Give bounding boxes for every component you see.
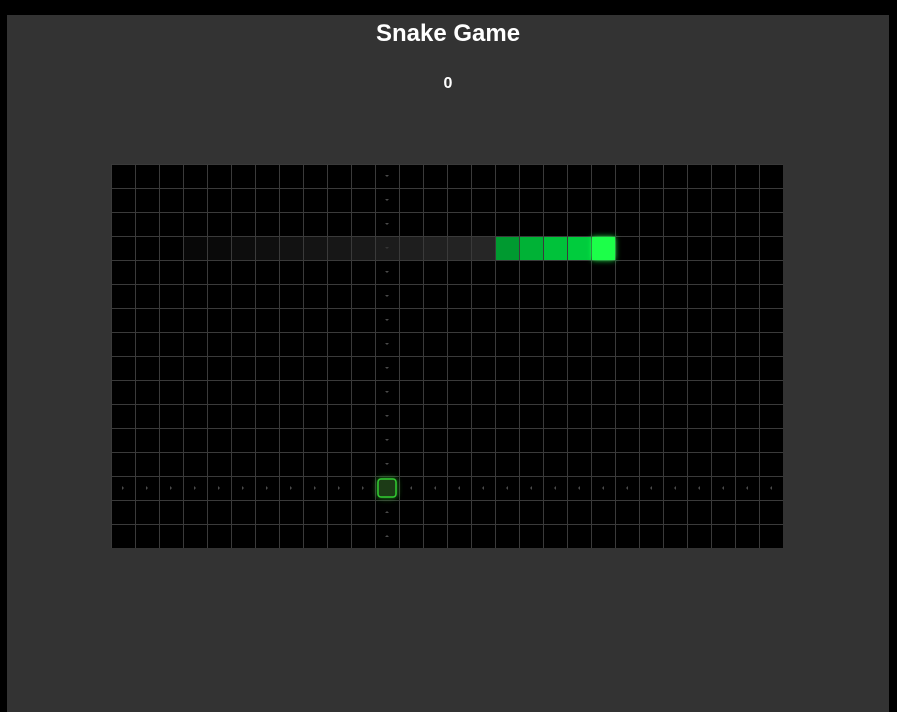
arrow-right-icon [170, 486, 172, 490]
snake-trail-segment [472, 237, 495, 260]
snake-trail-segment [424, 237, 447, 260]
snake-trail-segment [304, 237, 327, 260]
snake-trail-segment [448, 237, 471, 260]
arrow-up-icon [385, 535, 389, 537]
arrow-right-icon [362, 486, 364, 490]
snake-trail-segment [256, 237, 279, 260]
snake-body-segment [544, 237, 567, 260]
game-board-canvas [111, 164, 783, 548]
arrow-right-icon [194, 486, 196, 490]
arrow-right-icon [122, 486, 124, 490]
arrow-down-icon [385, 463, 389, 465]
arrow-left-icon [722, 486, 724, 490]
arrow-right-icon [290, 486, 292, 490]
snake-head [592, 237, 615, 260]
arrow-left-icon [410, 486, 412, 490]
arrow-left-icon [770, 486, 772, 490]
game-panel: Snake Game 0 [7, 15, 889, 712]
arrow-down-icon [385, 439, 389, 441]
food-item [377, 478, 397, 498]
snake-trail-segment [208, 237, 231, 260]
arrow-right-icon [146, 486, 148, 490]
arrow-down-icon [385, 175, 389, 177]
arrow-down-icon [385, 415, 389, 417]
snake-trail-segment [280, 237, 303, 260]
snake-trail-segment [352, 237, 375, 260]
arrow-down-icon [385, 295, 389, 297]
arrow-left-icon [578, 486, 580, 490]
arrow-left-icon [458, 486, 460, 490]
arrow-right-icon [242, 486, 244, 490]
snake-body-segment [568, 237, 591, 260]
arrow-left-icon [506, 486, 508, 490]
arrow-right-icon [338, 486, 340, 490]
arrow-right-icon [314, 486, 316, 490]
snake-trail-segment [400, 237, 423, 260]
arrow-right-icon [218, 486, 220, 490]
arrow-left-icon [434, 486, 436, 490]
snake-trail-segment [184, 237, 207, 260]
arrow-left-icon [650, 486, 652, 490]
arrow-down-icon [385, 391, 389, 393]
snake-body-segment [520, 237, 543, 260]
arrow-right-icon [266, 486, 268, 490]
snake-trail-segment [376, 237, 399, 260]
snake-body-segment [496, 237, 519, 260]
arrow-left-icon [482, 486, 484, 490]
arrow-down-icon [385, 367, 389, 369]
arrow-left-icon [698, 486, 700, 490]
score-display: 0 [443, 75, 453, 92]
arrow-down-icon [385, 271, 389, 273]
arrow-left-icon [602, 486, 604, 490]
arrow-down-icon [385, 199, 389, 201]
arrow-left-icon [626, 486, 628, 490]
game-board[interactable] [111, 164, 783, 548]
arrow-down-icon [385, 319, 389, 321]
arrow-left-icon [746, 486, 748, 490]
snake-trail-segment [328, 237, 351, 260]
arrow-left-icon [674, 486, 676, 490]
arrow-left-icon [530, 486, 532, 490]
arrow-left-icon [554, 486, 556, 490]
snake-trail-segment [232, 237, 255, 260]
arrow-down-icon [385, 223, 389, 225]
arrow-down-icon [385, 343, 389, 345]
arrow-up-icon [385, 511, 389, 513]
game-title: Snake Game [375, 20, 521, 47]
